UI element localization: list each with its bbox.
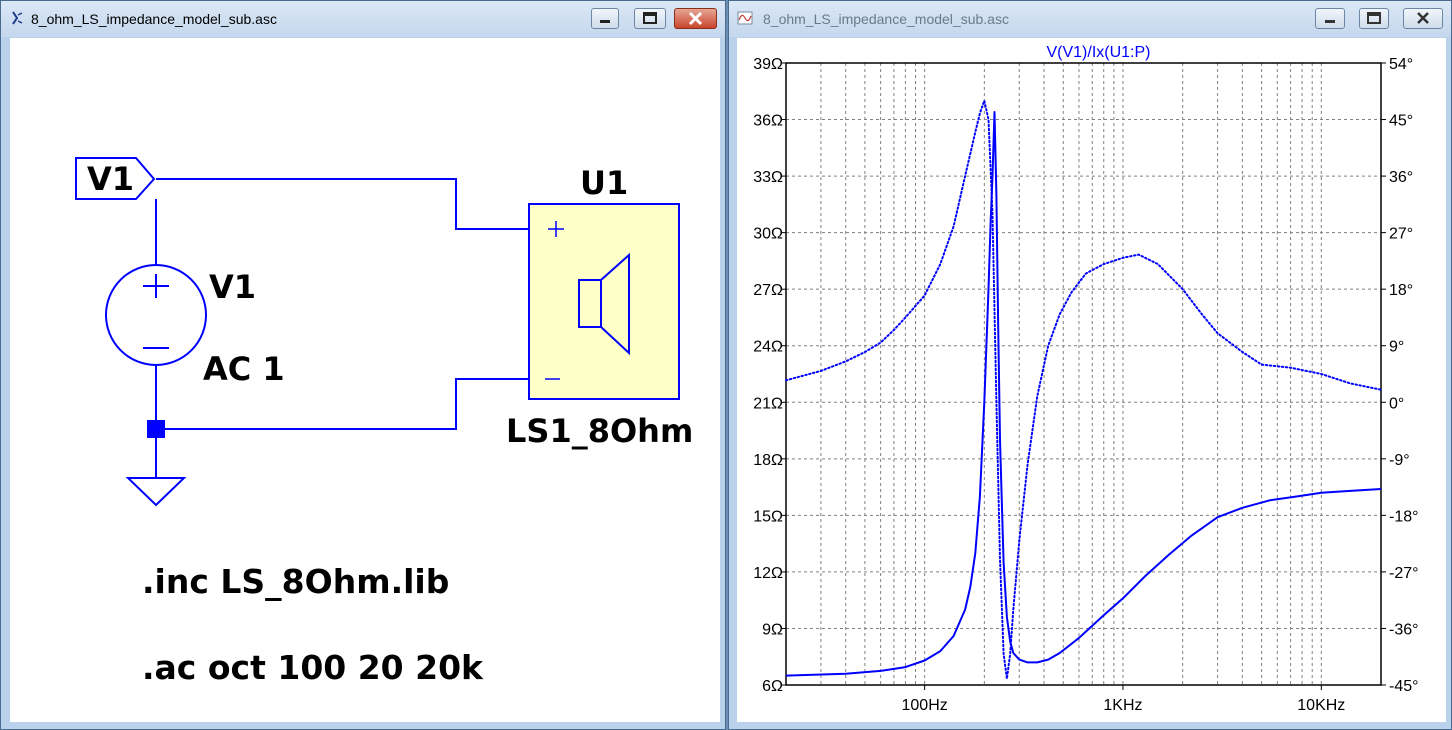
ltspice-schematic-icon bbox=[12, 11, 23, 25]
maximize-button[interactable] bbox=[634, 8, 666, 29]
magnitude-trace bbox=[785, 111, 1382, 677]
y-left-tick-label: 9Ω bbox=[762, 621, 783, 638]
y-left-tick-label: 39Ω bbox=[753, 56, 783, 73]
maximize-button[interactable] bbox=[1359, 8, 1389, 29]
schematic-canvas[interactable]: V1 V1 AC 1 U1 LS1_8Ohm .inc LS_8Ohm.lib … bbox=[10, 38, 720, 722]
schematic-drawing bbox=[75, 157, 680, 507]
speaker-component-body bbox=[528, 203, 680, 400]
y-left-tick-label: 12Ω bbox=[753, 565, 783, 582]
y-right-tick-label: 18° bbox=[1389, 282, 1413, 299]
y-right-tick-label: 27° bbox=[1389, 226, 1413, 243]
y-right-tick-label: -18° bbox=[1389, 508, 1419, 525]
y-left-tick-label: 21Ω bbox=[753, 395, 783, 412]
schematic-title: 8_ohm_LS_impedance_model_sub.asc bbox=[31, 11, 277, 27]
maximize-icon bbox=[643, 12, 657, 24]
close-icon bbox=[1417, 12, 1429, 24]
close-button[interactable] bbox=[674, 8, 717, 29]
schematic-titlebar[interactable]: 8_ohm_LS_impedance_model_sub.asc bbox=[1, 1, 725, 37]
phase-trace bbox=[785, 99, 1382, 680]
chart-title: V(V1)/Ix(U1:P) bbox=[1046, 44, 1150, 61]
y-right-tick-label: 54° bbox=[1389, 56, 1413, 73]
ltspice-waveform-icon bbox=[737, 11, 753, 25]
minimize-button[interactable] bbox=[1315, 8, 1345, 29]
close-button[interactable] bbox=[1403, 8, 1443, 29]
y-left-tick-label: 24Ω bbox=[753, 339, 783, 356]
y-right-tick-label: 45° bbox=[1389, 113, 1413, 130]
y-left-tick-label: 36Ω bbox=[753, 113, 783, 130]
waveform-titlebar[interactable]: 8_ohm_LS_impedance_model_sub.asc bbox=[729, 1, 1451, 37]
minimize-icon bbox=[600, 20, 610, 23]
source-name: V1 bbox=[209, 268, 257, 306]
waveform-title: 8_ohm_LS_impedance_model_sub.asc bbox=[763, 11, 1009, 27]
y-left-tick-label: 18Ω bbox=[753, 452, 783, 469]
minimize-button[interactable] bbox=[591, 8, 619, 29]
source-value: AC 1 bbox=[203, 350, 285, 388]
wire-top bbox=[156, 178, 529, 230]
minimize-icon bbox=[1325, 20, 1335, 23]
y-right-tick-label: 0° bbox=[1389, 395, 1404, 412]
x-tick-label: 1KHz bbox=[1103, 697, 1142, 714]
component-ref: U1 bbox=[580, 164, 629, 202]
impedance-chart[interactable]: 6Ω 9Ω 12Ω 15Ω 18Ω 21Ω 24Ω 27Ω 30Ω 33Ω 36Ω 39Ω -45° -3… bbox=[737, 38, 1446, 722]
waveform-window[interactable]: 8_ohm_LS_impedance_model_sub.asc 6Ω 9Ω 12Ω… bbox=[728, 0, 1452, 730]
y-left-tick-label: 33Ω bbox=[753, 169, 783, 186]
y-right-tick-label: 36° bbox=[1389, 169, 1413, 186]
directive-include[interactable]: .inc LS_8Ohm.lib bbox=[142, 562, 449, 601]
waveform-plot-area[interactable]: 6Ω 9Ω 12Ω 15Ω 18Ω 21Ω 24Ω 27Ω 30Ω 33Ω 36Ω 39Ω -45° -3… bbox=[737, 38, 1446, 722]
x-tick-label: 10KHz bbox=[1297, 697, 1345, 714]
y-right-tick-label: -9° bbox=[1389, 452, 1410, 469]
plot-frame bbox=[785, 62, 1382, 686]
maximize-icon bbox=[1367, 12, 1381, 24]
directive-ac[interactable]: .ac oct 100 20 20k bbox=[142, 648, 483, 687]
schematic-window[interactable]: 8_ohm_LS_impedance_model_sub.asc V1 V1 A… bbox=[0, 0, 726, 730]
junction-dot bbox=[147, 420, 165, 438]
y-left-tick-label: 27Ω bbox=[753, 282, 783, 299]
x-tick-label: 100Hz bbox=[902, 697, 948, 714]
ground-symbol bbox=[125, 477, 187, 507]
close-icon bbox=[688, 11, 703, 26]
y-right-tick-label: -45° bbox=[1389, 678, 1419, 695]
y-right-tick-label: -27° bbox=[1389, 565, 1419, 582]
y-left-tick-label: 15Ω bbox=[753, 508, 783, 525]
net-label-text: V1 bbox=[87, 160, 135, 198]
component-value: LS1_8Ohm bbox=[506, 412, 694, 450]
y-left-tick-label: 6Ω bbox=[762, 678, 783, 695]
y-right-tick-label: 9° bbox=[1389, 339, 1404, 356]
y-right-tick-label: -36° bbox=[1389, 621, 1419, 638]
y-left-tick-label: 30Ω bbox=[753, 226, 783, 243]
